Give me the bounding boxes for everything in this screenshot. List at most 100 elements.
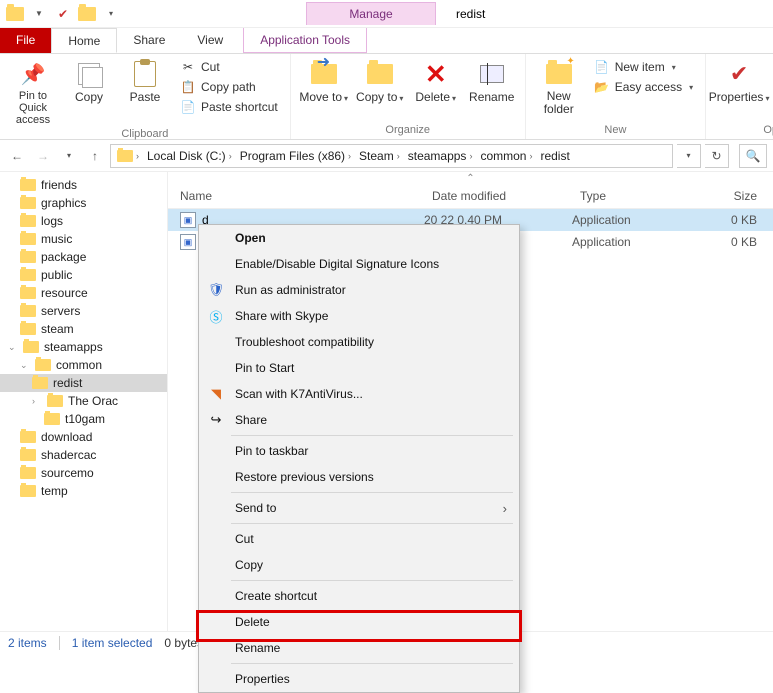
drive-icon — [117, 150, 133, 162]
ctx-pin-start[interactable]: Pin to Start — [199, 355, 519, 381]
tree-item[interactable]: package — [0, 248, 167, 266]
copy-path-icon: 📋 — [180, 79, 196, 95]
tree-item[interactable]: servers — [0, 302, 167, 320]
group-label-clipboard: Clipboard — [8, 126, 282, 143]
easy-access-icon: 📂 — [594, 79, 610, 95]
contextual-tab-manage[interactable]: Manage — [306, 2, 436, 25]
crumb-5[interactable]: redist — [536, 149, 573, 163]
qat-dropdown[interactable]: ▼ — [28, 3, 50, 25]
ctx-delete[interactable]: Delete — [199, 609, 519, 635]
tab-file[interactable]: File — [0, 28, 51, 53]
crumb-1[interactable]: Program Files (x86)› — [236, 149, 355, 163]
new-item-button[interactable]: 📄New item▾ — [590, 58, 697, 76]
tab-application-tools[interactable]: Application Tools — [243, 28, 367, 53]
ctx-share[interactable]: ↪Share — [199, 407, 519, 433]
tree-item[interactable]: logs — [0, 212, 167, 230]
tree-item[interactable]: download — [0, 428, 167, 446]
rename-button[interactable]: Rename — [467, 56, 517, 104]
ribbon: 📌 Pin to Quick access Copy Paste ✂Cut 📋C… — [0, 54, 773, 140]
crumb-0[interactable]: Local Disk (C:)› — [143, 149, 236, 163]
ctx-separator — [231, 492, 513, 493]
easy-access-button[interactable]: 📂Easy access▾ — [590, 78, 697, 96]
tree-item[interactable]: ⌄common — [0, 356, 167, 374]
ctx-signature-icons[interactable]: Enable/Disable Digital Signature Icons — [199, 251, 519, 277]
tree-item[interactable]: friends — [0, 176, 167, 194]
exe-icon: ▣ — [180, 234, 196, 250]
ctx-separator — [231, 663, 513, 664]
move-to-button[interactable]: ➜Move to▾ — [299, 56, 349, 104]
qat-overflow[interactable]: ▾ — [100, 3, 122, 25]
back-button[interactable]: ← — [6, 145, 28, 167]
tree-item[interactable]: graphics — [0, 194, 167, 212]
ctx-open[interactable]: Open — [199, 225, 519, 251]
cut-button[interactable]: ✂Cut — [176, 58, 282, 76]
copy-to-button[interactable]: Copy to▾ — [355, 56, 405, 104]
scissors-icon: ✂ — [180, 59, 196, 75]
tree-item[interactable]: ⌄steamapps — [0, 338, 167, 356]
ctx-rename[interactable]: Rename — [199, 635, 519, 661]
tab-view[interactable]: View — [181, 28, 239, 53]
col-name[interactable]: Name — [168, 184, 424, 208]
col-size[interactable]: Size — [700, 184, 773, 208]
ctx-separator — [231, 523, 513, 524]
tree-item[interactable]: steam — [0, 320, 167, 338]
shield-icon: 🛡 — [207, 281, 225, 299]
paste-button[interactable]: Paste — [120, 56, 170, 104]
ctx-create-shortcut[interactable]: Create shortcut — [199, 583, 519, 609]
forward-button[interactable]: → — [32, 145, 54, 167]
group-open: ✔Properties▾ ▦Open▾ ✎Edit 🕘History Open — [706, 54, 773, 139]
col-type[interactable]: Type — [572, 184, 700, 208]
properties-button[interactable]: ✔Properties▾ — [714, 56, 764, 104]
tab-share[interactable]: Share — [117, 28, 181, 53]
ctx-k7-scan[interactable]: ◥Scan with K7AntiVirus... — [199, 381, 519, 407]
address-dropdown[interactable]: ▾ — [677, 144, 701, 168]
up-button[interactable]: ↑ — [84, 145, 106, 167]
search-box[interactable]: 🔍 — [739, 144, 767, 168]
paste-shortcut-button[interactable]: 📄Paste shortcut — [176, 98, 282, 116]
qat-folder2-icon[interactable] — [76, 3, 98, 25]
breadcrumb[interactable]: › Local Disk (C:)› Program Files (x86)› … — [110, 144, 673, 168]
delete-button[interactable]: ✕Delete▾ — [411, 56, 461, 104]
qat-folder-icon[interactable] — [4, 3, 26, 25]
copy-icon — [78, 63, 100, 85]
tree-item[interactable]: resource — [0, 284, 167, 302]
ctx-copy[interactable]: Copy — [199, 552, 519, 578]
crumb-4[interactable]: common› — [476, 149, 536, 163]
copy-button[interactable]: Copy — [64, 56, 114, 104]
tree-item[interactable]: music — [0, 230, 167, 248]
col-date[interactable]: Date modified — [424, 184, 572, 208]
tree-item[interactable]: t10gam — [0, 410, 167, 428]
crumb-3[interactable]: steamapps› — [404, 149, 477, 163]
tree-item[interactable]: temp — [0, 482, 167, 500]
new-item-icon: 📄 — [594, 59, 610, 75]
window-title: redist — [456, 7, 485, 21]
skype-icon: Ⓢ — [207, 307, 225, 325]
ctx-send-to[interactable]: Send to› — [199, 495, 519, 521]
copy-to-icon — [367, 64, 393, 84]
tree-item-selected[interactable]: redist — [0, 374, 167, 392]
ctx-troubleshoot[interactable]: Troubleshoot compatibility — [199, 329, 519, 355]
new-folder-button[interactable]: ✦New folder — [534, 56, 584, 116]
tree-item[interactable]: ›The Orac — [0, 392, 167, 410]
qat-properties-icon[interactable]: ✔ — [52, 3, 74, 25]
tree-item[interactable]: shadercac — [0, 446, 167, 464]
crumb-2[interactable]: Steam› — [355, 149, 404, 163]
pin-to-quick-access-button[interactable]: 📌 Pin to Quick access — [8, 56, 58, 126]
nav-tree[interactable]: friends graphics logs music package publ… — [0, 172, 168, 631]
group-clipboard: 📌 Pin to Quick access Copy Paste ✂Cut 📋C… — [0, 54, 291, 139]
tree-item[interactable]: sourcemo — [0, 464, 167, 482]
address-bar: ← → ▾ ↑ › Local Disk (C:)› Program Files… — [0, 140, 773, 172]
ctx-share-skype[interactable]: ⓈShare with Skype — [199, 303, 519, 329]
ctx-run-as-admin[interactable]: 🛡Run as administrator — [199, 277, 519, 303]
ctx-cut[interactable]: Cut — [199, 526, 519, 552]
ctx-properties[interactable]: Properties — [199, 666, 519, 692]
column-headers[interactable]: Name Date modified Type Size — [168, 184, 773, 209]
group-organize: ➜Move to▾ Copy to▾ ✕Delete▾ Rename Organ… — [291, 54, 526, 139]
tree-item[interactable]: public — [0, 266, 167, 284]
recent-locations-button[interactable]: ▾ — [58, 145, 80, 167]
ctx-pin-taskbar[interactable]: Pin to taskbar — [199, 438, 519, 464]
copy-path-button[interactable]: 📋Copy path — [176, 78, 282, 96]
ctx-restore-versions[interactable]: Restore previous versions — [199, 464, 519, 490]
tab-home[interactable]: Home — [51, 28, 117, 53]
refresh-button[interactable]: ↻ — [705, 144, 729, 168]
